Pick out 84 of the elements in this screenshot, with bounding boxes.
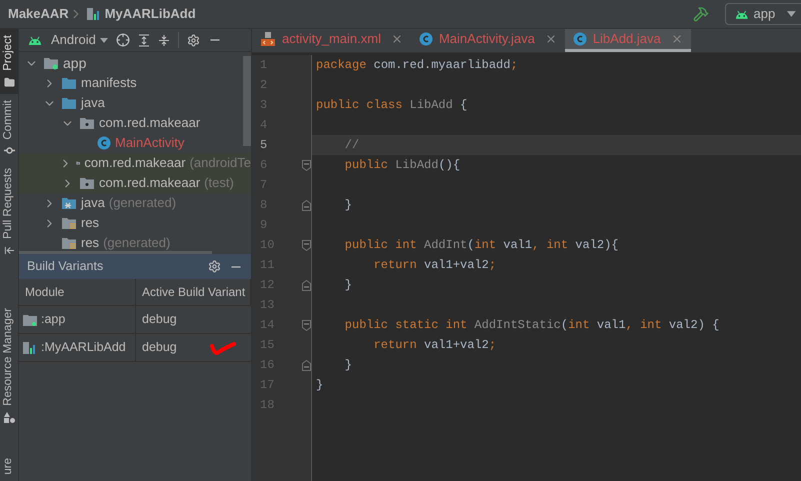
column-header[interactable]: Active Build Variant — [136, 279, 251, 306]
tree-item-label[interactable]: app — [63, 52, 86, 74]
tool-window-tab[interactable]: ure — [0, 452, 18, 481]
fold-icon[interactable] — [302, 160, 311, 170]
class-icon — [572, 32, 587, 46]
line-number: 5 — [259, 137, 268, 154]
package-icon — [79, 176, 95, 190]
fold-icon[interactable] — [302, 320, 311, 330]
folder-icon — [61, 96, 77, 110]
column-header[interactable]: Module — [19, 279, 136, 306]
code-line: } — [316, 377, 324, 394]
build-variants-header: Build Variants — [19, 254, 251, 279]
layout-file-icon — [260, 32, 276, 46]
code-line: } — [344, 197, 352, 214]
variant-cell[interactable]: debug — [136, 334, 251, 362]
tree-item-label[interactable]: res — [81, 233, 100, 253]
shapes-icon — [4, 412, 14, 424]
settings-icon[interactable] — [186, 34, 200, 46]
check-mark-drawing — [208, 340, 237, 354]
fold-icon[interactable] — [302, 360, 311, 370]
library-module-icon — [23, 342, 37, 354]
resource-folder-icon — [61, 216, 77, 230]
module-folder-icon — [23, 314, 37, 326]
variant-value: debug — [142, 311, 177, 328]
locate-icon[interactable] — [116, 33, 130, 47]
build-hammer-icon[interactable] — [693, 6, 709, 22]
code-line: public class LibAdd { — [316, 97, 468, 114]
code-line: // — [344, 137, 360, 154]
code-line: public int AddInt(int val1, int val2){ — [344, 237, 619, 254]
close-icon[interactable] — [544, 33, 557, 45]
fold-icon[interactable] — [302, 280, 311, 290]
class-icon — [418, 32, 433, 46]
tree-item-label[interactable]: res — [81, 213, 100, 233]
module-name: :app — [41, 311, 66, 328]
expand-all-icon[interactable] — [138, 34, 150, 46]
run-configuration-dropdown[interactable]: app — [725, 3, 801, 25]
variant-value: debug — [142, 339, 177, 356]
module-folder-icon — [43, 56, 59, 70]
code-line: package com.red.myaarlibadd; — [316, 57, 518, 74]
folder-icon — [61, 76, 77, 90]
breadcrumb[interactable]: MyAARLibAdd — [104, 4, 196, 24]
pull-request-icon — [4, 245, 14, 256]
code-line: } — [344, 277, 352, 294]
fold-icon[interactable] — [302, 200, 311, 210]
module-name: :MyAARLibAdd — [41, 339, 126, 356]
tool-window-tab[interactable]: Project — [0, 29, 18, 94]
tree-item-label[interactable]: manifests — [81, 73, 137, 93]
code-line: return val1+val2; — [372, 337, 496, 354]
breadcrumb[interactable]: MakeAAR — [8, 4, 69, 24]
project-view-dropdown[interactable]: Android — [51, 30, 96, 50]
variant-cell[interactable]: debug — [136, 306, 251, 334]
fold-icon[interactable] — [302, 240, 311, 250]
generated-folder-icon — [61, 196, 77, 210]
dropdown-caret-icon — [787, 11, 796, 17]
code-line: public LibAdd(){ — [344, 157, 460, 174]
close-icon[interactable] — [670, 33, 683, 45]
tree-item-suffix: (androidTe — [190, 154, 251, 172]
settings-icon[interactable] — [208, 260, 221, 273]
close-icon[interactable] — [390, 33, 403, 45]
tree-item-suffix: (generated) — [108, 194, 176, 212]
commit-icon — [4, 145, 14, 156]
tree-item-suffix: (generated) — [103, 234, 170, 252]
tool-window-tab[interactable]: Pull Requests — [0, 162, 18, 262]
tree-item-label[interactable]: java — [81, 93, 105, 113]
android-icon — [734, 8, 750, 20]
android-icon — [27, 34, 43, 46]
package-icon — [79, 116, 95, 130]
code-line: public static int AddIntStatic(int val1, int val2) { — [344, 317, 720, 334]
tree-item-label[interactable]: com.red.makeaar — [99, 113, 200, 133]
folder-icon — [4, 76, 14, 88]
tree-item-label[interactable]: com.red.makeaar — [99, 173, 200, 193]
class-icon — [97, 136, 111, 150]
code-line: return val1+val2; — [372, 257, 496, 274]
resource-folder-icon — [61, 236, 77, 250]
code-line: } — [344, 357, 352, 374]
dropdown-caret-icon[interactable] — [100, 38, 108, 42]
vertical-scrollbar[interactable] — [243, 56, 251, 146]
tool-window-tab[interactable]: Commit — [0, 94, 18, 162]
tool-window-tab[interactable]: Resource Manager — [0, 302, 18, 430]
collapse-all-icon[interactable] — [158, 34, 170, 46]
tree-item-label[interactable]: com.red.makeaar — [84, 153, 186, 173]
library-module-icon — [86, 8, 101, 20]
tree-item-label[interactable]: java — [81, 193, 105, 213]
tree-item-suffix: (test) — [204, 174, 234, 192]
